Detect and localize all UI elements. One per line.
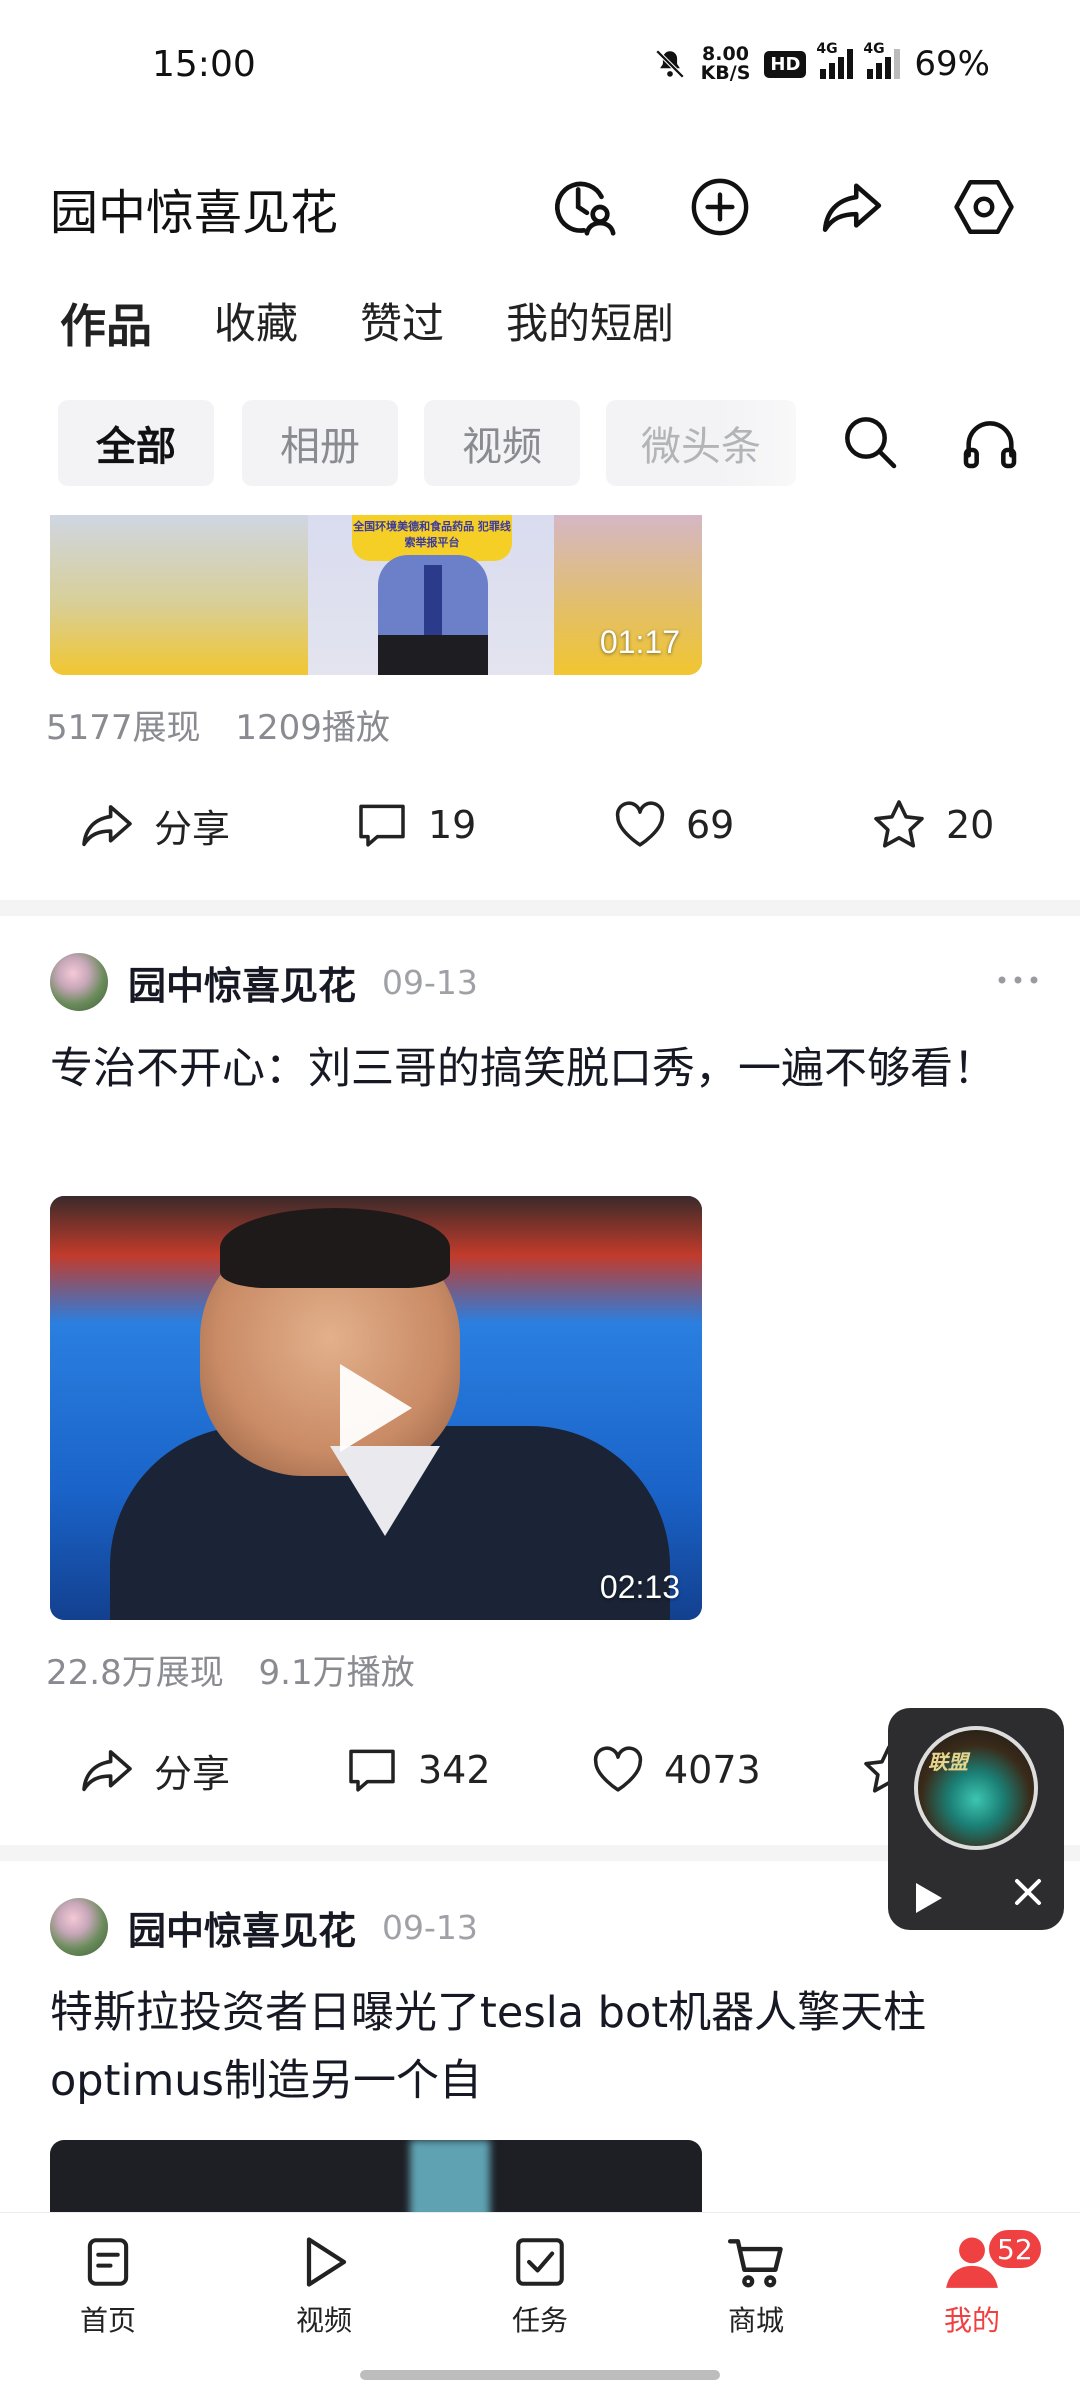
comment-icon: [359, 804, 405, 847]
battery-level: 69%: [914, 44, 990, 84]
comment-button[interactable]: 19: [354, 785, 476, 865]
share-icon: [82, 805, 132, 847]
plays-count: 1209播放: [235, 708, 390, 748]
nav-profile[interactable]: 我的 52: [902, 2227, 1044, 2351]
filter-micro-posts[interactable]: 微头条: [606, 400, 796, 486]
avatar[interactable]: [50, 953, 108, 1011]
nav-mall[interactable]: 商城: [686, 2231, 826, 2351]
post-date: 09-13: [382, 1907, 478, 1947]
mute-bell-icon: [655, 49, 684, 79]
task-check-icon: [509, 2231, 571, 2293]
share-icon[interactable]: [816, 171, 888, 243]
tab-favorites[interactable]: 收藏: [214, 290, 298, 356]
avatar[interactable]: [50, 1898, 108, 1956]
video-thumbnail[interactable]: 全国环境美德和食品药品 犯罪线索举报平台 01:17: [50, 515, 702, 675]
cart-icon: [725, 2231, 787, 2293]
play-icon[interactable]: [340, 1364, 412, 1452]
nav-home[interactable]: 首页: [38, 2231, 178, 2351]
post-title[interactable]: 专治不开心：刘三哥的搞笑脱口秀，一遍不够看！: [50, 1035, 1040, 1103]
post-header: 园中惊喜见花 09-13: [50, 952, 1050, 1012]
like-button[interactable]: 69: [612, 785, 734, 865]
audio-cover[interactable]: 联盟: [914, 1726, 1038, 1850]
history-user-icon[interactable]: [548, 171, 620, 243]
video-thumbnail[interactable]: [50, 2140, 702, 2212]
favorite-button[interactable]: 20: [870, 785, 994, 865]
post-divider: [0, 900, 1080, 916]
play-icon[interactable]: [916, 1883, 942, 1913]
signal-icon-2: 4G: [863, 41, 901, 79]
impressions-count: 22.8万展现: [46, 1653, 224, 1693]
star-icon: [874, 800, 924, 848]
share-button[interactable]: 分享: [78, 785, 230, 865]
post-author[interactable]: 园中惊喜见花: [128, 955, 356, 1010]
more-options-icon[interactable]: [996, 970, 1040, 994]
comment-button[interactable]: 342: [344, 1730, 491, 1810]
post-actions: 分享 19 69 20: [0, 785, 1080, 865]
plays-count: 9.1万播放: [258, 1653, 415, 1693]
hd-badge: HD: [764, 50, 807, 78]
post-title[interactable]: 特斯拉投资者日曝光了tesla bot机器人擎天柱optimus制造另一个自: [50, 1979, 1040, 2115]
post-stats: 5177展现 1209播放: [46, 700, 414, 749]
filter-albums[interactable]: 相册: [242, 400, 398, 486]
settings-hexagon-icon[interactable]: [948, 171, 1020, 243]
signal-icon-1: 4G: [816, 41, 854, 79]
video-duration: 01:17: [599, 624, 680, 660]
play-icon: [293, 2231, 355, 2293]
home-indicator[interactable]: [360, 2370, 720, 2380]
notification-badge: 52: [986, 2227, 1044, 2271]
status-bar: 15:00 8.00 KB/S HD 4G 4G 69%: [0, 0, 1080, 135]
heart-icon: [593, 1746, 643, 1792]
impressions-count: 5177展现: [46, 708, 201, 748]
share-icon: [82, 1750, 132, 1792]
post-date: 09-13: [382, 962, 478, 1002]
headphones-icon[interactable]: [958, 410, 1026, 478]
page-title: 园中惊喜见花: [50, 185, 339, 241]
comment-icon: [349, 1749, 395, 1792]
heart-icon: [615, 801, 665, 847]
filter-all[interactable]: 全部: [58, 400, 214, 486]
home-doc-icon: [77, 2231, 139, 2293]
tab-my-dramas[interactable]: 我的短剧: [506, 290, 674, 356]
status-time: 15:00: [152, 44, 256, 85]
video-thumbnail[interactable]: 02:13: [50, 1196, 702, 1620]
tab-liked[interactable]: 赞过: [360, 290, 444, 356]
profile-header: 园中惊喜见花: [0, 135, 1080, 265]
tab-works[interactable]: 作品: [60, 290, 152, 356]
search-icon[interactable]: [838, 410, 906, 478]
status-icons: 8.00 KB/S HD 4G 4G 69%: [653, 41, 990, 84]
post-author[interactable]: 园中惊喜见花: [128, 1900, 356, 1955]
net-speed: 8.00 KB/S: [700, 43, 751, 84]
video-duration: 02:13: [599, 1569, 680, 1605]
share-button[interactable]: 分享: [78, 1730, 230, 1810]
nav-video[interactable]: 视频: [254, 2231, 394, 2351]
post-stats: 22.8万展现 9.1万播放: [46, 1645, 439, 1694]
nav-tasks[interactable]: 任务: [470, 2231, 610, 2351]
floating-audio-player[interactable]: 联盟: [888, 1708, 1064, 1930]
filter-videos[interactable]: 视频: [424, 400, 580, 486]
content-filters: 全部 相册 视频 微头条: [58, 400, 1058, 486]
close-icon[interactable]: [1010, 1874, 1046, 1910]
add-circle-icon[interactable]: [684, 171, 756, 243]
profile-tabs: 作品 收藏 赞过 我的短剧: [60, 290, 736, 356]
works-feed: 全国环境美德和食品药品 犯罪线索举报平台 01:17 5177展现 1209播放…: [0, 515, 1080, 2212]
like-button[interactable]: 4073: [590, 1730, 761, 1810]
